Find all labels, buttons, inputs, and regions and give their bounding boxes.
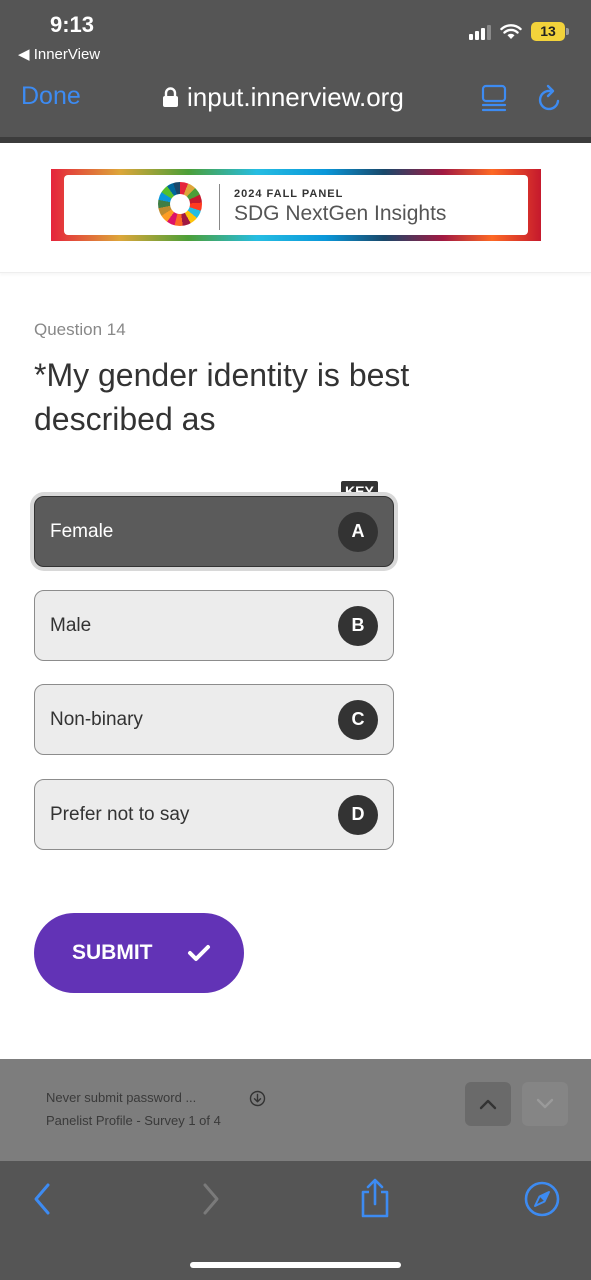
option-key-letter: D bbox=[338, 794, 378, 835]
share-icon[interactable] bbox=[358, 1177, 392, 1219]
reader-icon[interactable] bbox=[481, 84, 507, 112]
chevron-up-icon bbox=[479, 1099, 497, 1110]
submit-button[interactable]: SUBMIT bbox=[34, 913, 244, 993]
password-warning: Never submit password ... bbox=[46, 1090, 197, 1105]
download-icon[interactable] bbox=[249, 1090, 266, 1107]
option-male[interactable]: Male B bbox=[34, 590, 394, 661]
url-text: input.innerview.org bbox=[187, 82, 404, 112]
status-time: 9:13 bbox=[50, 12, 95, 37]
option-prefer-not-to-say[interactable]: Prefer not to say D bbox=[34, 779, 394, 850]
option-label: Non-binary bbox=[50, 708, 143, 730]
wifi-icon bbox=[500, 23, 522, 39]
previous-field-button[interactable] bbox=[465, 1082, 511, 1126]
banner-text: 2024 FALL PANEL SDG NextGen Insights bbox=[234, 188, 446, 226]
status-indicators: 13 bbox=[469, 22, 569, 41]
battery-icon: 13 bbox=[531, 22, 569, 41]
banner-card: 2024 FALL PANEL SDG NextGen Insights bbox=[64, 175, 528, 235]
checkmark-icon bbox=[187, 945, 210, 961]
next-field-button[interactable] bbox=[522, 1082, 568, 1126]
banner-title: SDG NextGen Insights bbox=[234, 202, 447, 225]
chevron-down-icon bbox=[536, 1098, 554, 1109]
battery-level: 13 bbox=[531, 22, 565, 41]
back-arrow-icon[interactable] bbox=[30, 1179, 54, 1219]
submit-label: SUBMIT bbox=[72, 941, 153, 964]
option-non-binary[interactable]: Non-binary C bbox=[34, 684, 394, 755]
lock-icon bbox=[163, 87, 178, 107]
bottom-toolbar bbox=[0, 1161, 591, 1280]
signal-icon bbox=[469, 24, 491, 40]
option-label: Female bbox=[50, 520, 114, 542]
banner-divider bbox=[219, 184, 220, 230]
done-button[interactable]: Done bbox=[21, 82, 81, 111]
back-to-app-link[interactable]: ◀ InnerView bbox=[18, 45, 100, 63]
home-indicator bbox=[190, 1262, 401, 1268]
option-key-letter: C bbox=[338, 699, 378, 740]
banner-subtitle: 2024 FALL PANEL bbox=[234, 188, 344, 200]
address-bar[interactable]: input.innerview.org bbox=[162, 82, 404, 113]
forward-arrow-icon[interactable] bbox=[199, 1179, 223, 1219]
option-label: Prefer not to say bbox=[50, 803, 190, 825]
option-key-letter: B bbox=[338, 605, 378, 646]
survey-progress: Panelist Profile - Survey 1 of 4 bbox=[46, 1113, 221, 1128]
reload-icon[interactable] bbox=[536, 84, 564, 114]
page-header: 2024 FALL PANEL SDG NextGen Insights bbox=[0, 143, 591, 273]
compass-icon[interactable] bbox=[524, 1181, 560, 1217]
option-label: Male bbox=[50, 614, 92, 636]
sdg-wheel-logo bbox=[158, 182, 202, 226]
form-assistant-bar: Never submit password ... Panelist Profi… bbox=[0, 1059, 591, 1161]
browser-chrome: 9:13 ◀ InnerView 13 Done input.innerview… bbox=[0, 0, 591, 137]
panel-banner: 2024 FALL PANEL SDG NextGen Insights bbox=[51, 169, 541, 241]
option-key-letter: A bbox=[338, 511, 378, 552]
question-text: *My gender identity is best described as bbox=[34, 357, 410, 437]
option-female[interactable]: Female A bbox=[34, 496, 394, 567]
question-number: Question 14 bbox=[34, 320, 126, 339]
